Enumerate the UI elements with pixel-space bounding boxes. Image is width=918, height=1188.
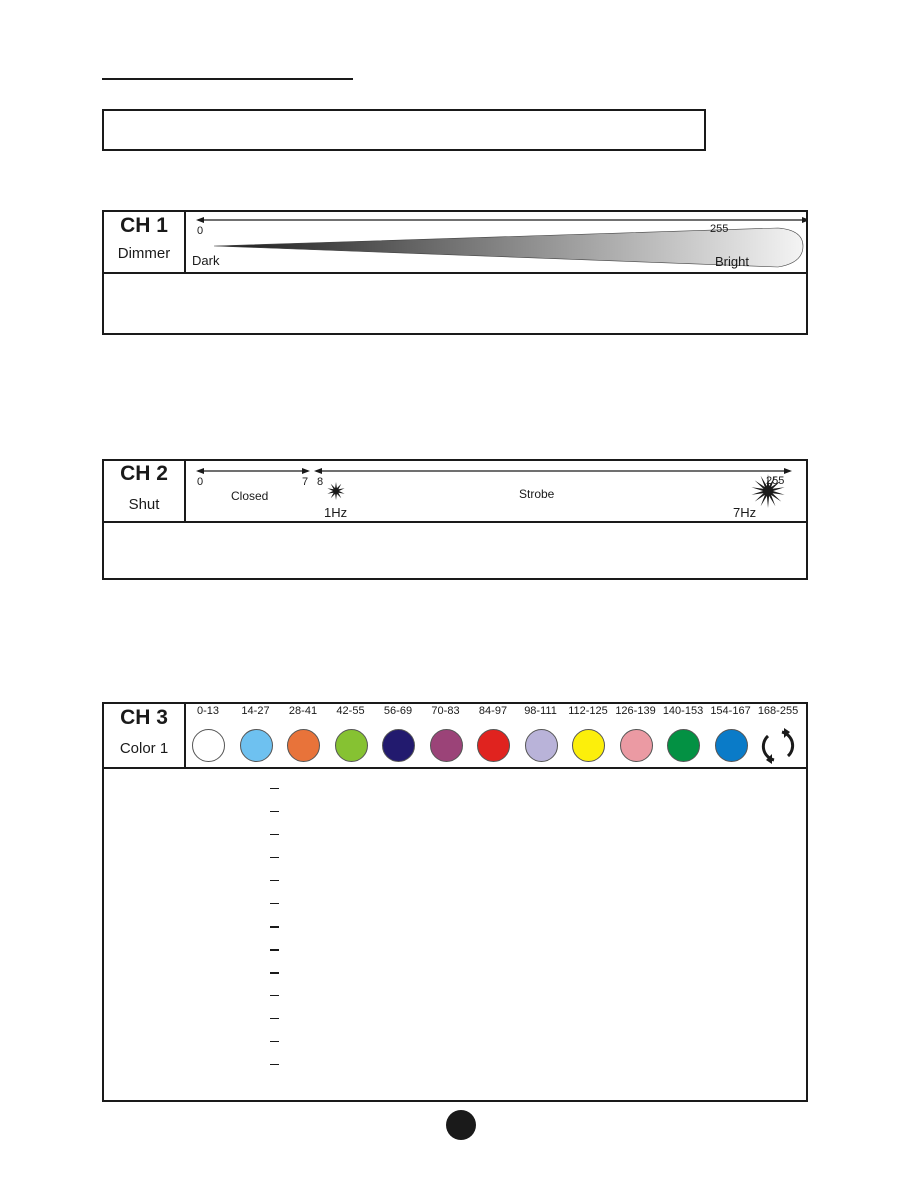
channel-2-header: CH 2 Shut 0 7 Closed 8 Strobe 255 1Hz 7H… xyxy=(104,461,806,523)
channel-2-box: CH 2 Shut 0 7 Closed 8 Strobe 255 1Hz 7H… xyxy=(102,459,808,580)
dimmer-diagram xyxy=(196,217,806,268)
list-item-dash xyxy=(270,949,279,951)
green-circle xyxy=(334,729,368,762)
color-range-label: 56-69 xyxy=(383,705,413,717)
red-circle xyxy=(477,729,510,762)
channel-name: Shut xyxy=(128,496,160,513)
strobe-label: Strobe xyxy=(519,487,555,501)
header-box xyxy=(102,109,706,151)
arrow-right-icon xyxy=(802,217,806,223)
arrow-left-icon xyxy=(314,468,322,474)
list-item-dash xyxy=(270,1041,279,1042)
channel-name: Color 1 xyxy=(119,740,169,757)
color-range-label: 84-97 xyxy=(478,705,508,717)
color-range-label: 126-139 xyxy=(615,705,656,717)
color-range-label: 0-13 xyxy=(196,705,220,717)
channel-number: CH 3 xyxy=(120,706,168,729)
green-circle xyxy=(667,729,700,762)
strobe-end-label: 255 xyxy=(766,475,785,487)
list-item-dash xyxy=(270,926,279,928)
arrow-right-icon xyxy=(784,468,792,474)
color-range-label: 42-55 xyxy=(336,705,365,717)
color-range-label: 14-27 xyxy=(241,705,270,717)
list-item-dash xyxy=(270,788,279,789)
list-item-dash xyxy=(270,811,279,812)
channel-number: CH 1 xyxy=(120,214,168,237)
color-range-label: 140-153 xyxy=(662,705,704,717)
color-range-label: 168-255 xyxy=(757,705,799,717)
list-item-dash xyxy=(270,995,279,996)
list-item-dash xyxy=(270,880,279,881)
channel-1-label-cell: CH 1 Dimmer xyxy=(104,212,186,272)
high-frequency-label: 7Hz xyxy=(733,505,757,520)
shutter-diagram xyxy=(196,468,792,508)
orange-circle xyxy=(287,729,320,762)
channel-1-box: CH 1 Dimmer 0 255 Dark Bright xyxy=(102,210,808,335)
yellow-circle xyxy=(572,729,605,762)
list-item-dash xyxy=(270,1064,279,1065)
pink-circle xyxy=(619,729,653,762)
strobe-start-label: 8 xyxy=(317,476,324,488)
magenta-circle xyxy=(429,729,463,762)
closed-end-label: 7 xyxy=(302,476,309,488)
color-range-label: 154-167 xyxy=(710,705,751,717)
channel-name: Dimmer xyxy=(117,245,171,262)
color-range-label: 112-125 xyxy=(568,705,608,717)
channel-3-box: CH 3 Color 1 0-13 14-27 28-41 42-55 56-69 70-… xyxy=(102,702,808,1102)
channel-2-label-cell: CH 2 Shut xyxy=(104,461,186,521)
list-item-dash xyxy=(270,1018,279,1019)
color-range-label: 28-41 xyxy=(288,705,318,717)
closed-label: Closed xyxy=(231,489,269,503)
light-blue-circle xyxy=(239,729,273,762)
list-item-dash xyxy=(270,834,279,835)
arrow-right-icon xyxy=(302,468,310,474)
strobe-slow-icon xyxy=(327,482,345,500)
channel-1-header: CH 1 Dimmer 0 255 Dark Bright xyxy=(104,212,806,274)
channel-3-header: CH 3 Color 1 0-13 14-27 28-41 42-55 56-69 70-… xyxy=(104,704,806,769)
bright-label: Bright xyxy=(715,254,749,269)
dark-blue-circle xyxy=(382,729,415,762)
list-item-dash xyxy=(270,903,279,904)
channel-3-label-cell: CH 3 Color 1 xyxy=(104,704,186,767)
arrow-left-icon xyxy=(196,217,204,223)
blue-circle xyxy=(714,729,748,762)
dark-label: Dark xyxy=(192,253,220,268)
arrow-left-icon xyxy=(196,468,204,474)
list-item-dash xyxy=(270,972,279,974)
range-start-label: 0 xyxy=(197,225,204,237)
lavender-circle xyxy=(524,729,558,762)
white-circle xyxy=(192,729,225,762)
list-item-dash xyxy=(270,857,279,858)
channel-number: CH 2 xyxy=(120,462,168,485)
page-number-dot xyxy=(446,1110,476,1140)
title-underline xyxy=(102,78,353,80)
closed-start-label: 0 xyxy=(197,476,204,488)
range-end-label: 255 xyxy=(710,223,729,235)
rotate-arrows-icon xyxy=(761,728,795,764)
low-frequency-label: 1Hz xyxy=(324,505,348,520)
color-range-label: 70-83 xyxy=(431,705,460,717)
color-range-label: 98-111 xyxy=(524,705,557,717)
